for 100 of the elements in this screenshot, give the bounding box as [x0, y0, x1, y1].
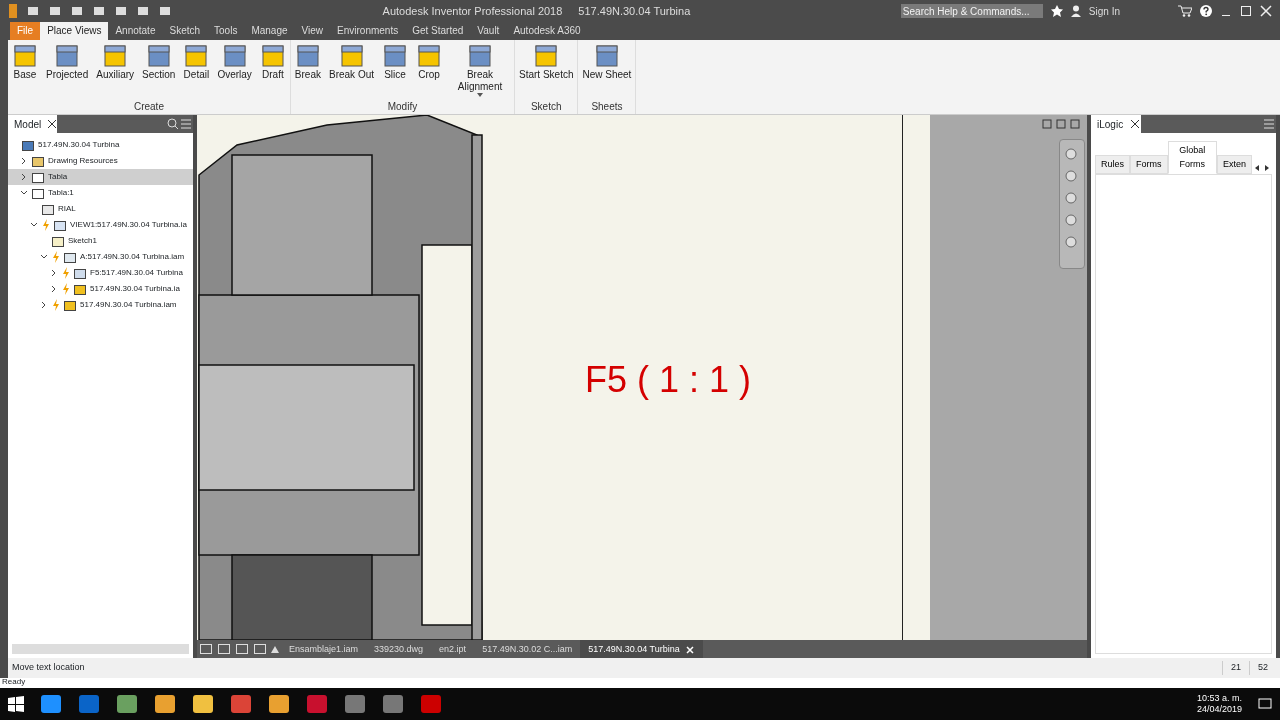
view-icon	[338, 43, 365, 69]
panel-tab[interactable]: Forms	[1130, 154, 1168, 174]
ribbon-button[interactable]: Crop	[414, 42, 444, 99]
ribbon-tab[interactable]: Autodesk A360	[506, 22, 588, 40]
status-value: 21	[1221, 661, 1249, 675]
ribbon-tab[interactable]: Get Started	[405, 22, 471, 40]
ribbon-tab[interactable]: Tools	[207, 22, 245, 40]
ribbon-tab[interactable]: Vault	[470, 22, 507, 40]
view-icon	[54, 43, 81, 69]
view-icon	[259, 43, 286, 69]
app-tile-icon[interactable]	[154, 694, 176, 714]
tree-item[interactable]: 517.49N.30.04 Turbina	[8, 137, 193, 153]
document-tab[interactable]: 339230.dwg	[366, 640, 432, 658]
ribbon-tab[interactable]: Place Views	[40, 22, 109, 40]
chevron-down-icon[interactable]	[40, 253, 48, 261]
ribbon-tab[interactable]: Sketch	[162, 22, 208, 40]
app-tile-icon[interactable]	[78, 694, 100, 714]
help-icon[interactable]	[1200, 5, 1212, 17]
document-icon	[52, 235, 64, 247]
chevron-right-icon[interactable]	[50, 269, 58, 277]
ribbon-button[interactable]: Start Sketch	[517, 42, 576, 99]
triangle-up-icon[interactable]	[269, 644, 281, 654]
scrollbar[interactable]	[12, 644, 189, 654]
tree-item[interactable]: Sketch1	[8, 233, 193, 249]
chevron-right-icon[interactable]	[50, 285, 58, 293]
ribbon-button[interactable]: Draft	[257, 42, 288, 99]
view-label[interactable]: F5 ( 1 : 1 )	[585, 353, 752, 407]
panel-tab[interactable]: iLogic	[1091, 115, 1130, 133]
chevron-down-icon[interactable]	[30, 221, 38, 229]
notification-icon[interactable]	[1258, 697, 1272, 711]
document-tab[interactable]: 517.49N.30.04 Turbina	[580, 640, 703, 658]
document-title: 517.49N.30.04 Turbina	[578, 3, 691, 19]
app-tile-icon[interactable]	[116, 694, 138, 714]
tree-item[interactable]: 517.49N.30.04 Turbina.iam	[8, 297, 193, 313]
tree-item[interactable]: F5:517.49N.30.04 Turbina	[8, 265, 193, 281]
ribbon-tab[interactable]: Annotate	[108, 22, 163, 40]
cart-icon[interactable]	[1178, 5, 1192, 17]
tree-item[interactable]: Drawing Resources	[8, 153, 193, 169]
maximize-icon[interactable]	[1240, 5, 1252, 17]
ribbon-tab[interactable]: Environments	[330, 22, 406, 40]
app-tile-icon[interactable]	[40, 694, 62, 714]
chevron-right-icon[interactable]	[20, 157, 28, 165]
chevron-right-icon[interactable]	[20, 173, 28, 181]
app-tile-icon[interactable]	[420, 694, 442, 714]
windows-logo-icon[interactable]	[8, 696, 24, 712]
status-text: Ready	[0, 678, 1280, 688]
document-icon[interactable]	[26, 5, 40, 17]
ribbon-button[interactable]: Slice	[380, 42, 410, 99]
panel-title: Sheets	[590, 100, 624, 114]
chevron-down-icon[interactable]	[20, 189, 28, 197]
tree-item[interactable]: Tabla	[8, 169, 193, 185]
app-logo-icon	[8, 3, 18, 19]
document-tab[interactable]: Ensamblaje1.iam	[281, 640, 367, 658]
search-field[interactable]: Search Help & Commands...	[900, 4, 1043, 18]
document-icon	[22, 139, 34, 151]
ribbon-button[interactable]: Break Out	[327, 42, 376, 99]
document-icon	[74, 267, 86, 279]
ribbon-button[interactable]: Detail	[181, 42, 212, 99]
panel-title: Modify	[386, 100, 419, 114]
document-icon	[32, 187, 44, 199]
panel-tab[interactable]: Exten	[1217, 154, 1252, 174]
app-tile-icon[interactable]	[230, 694, 252, 714]
ribbon-button[interactable]: Section	[140, 42, 178, 99]
tree-item[interactable]: A:517.49N.30.04 Turbina.iam	[8, 249, 193, 265]
view-icon	[593, 43, 620, 69]
tree-item[interactable]: RIAL	[8, 201, 193, 217]
user-icon	[1070, 5, 1081, 17]
document-icon	[32, 171, 44, 183]
document-tab[interactable]: en2.ipt	[431, 640, 475, 658]
app-tile-icon[interactable]	[344, 694, 366, 714]
tree-item[interactable]: 517.49N.30.04 Turbina.ia	[8, 281, 193, 297]
ribbon-button[interactable]: Break Alignment	[448, 42, 512, 99]
ribbon-button[interactable]: Auxiliary	[94, 42, 137, 99]
tree-item[interactable]: VIEW1:517.49N.30.04 Turbina.ia	[8, 217, 193, 233]
document-tab[interactable]: 517.49N.30.02 C...iam	[474, 640, 581, 658]
navigation-bar[interactable]	[1059, 139, 1085, 269]
panel-tab[interactable]: Rules	[1095, 154, 1130, 174]
tree-item[interactable]: Tabla:1	[8, 185, 193, 201]
ribbon-tab[interactable]: Manage	[244, 22, 295, 40]
ribbon-button[interactable]: Overlay	[215, 42, 254, 99]
sign-in-button[interactable]: Sign In	[1088, 3, 1120, 19]
panel-tab[interactable]: Model	[8, 115, 48, 133]
app-tile-icon[interactable]	[306, 694, 328, 714]
app-tile-icon[interactable]	[268, 694, 290, 714]
ribbon-button[interactable]: Projected	[44, 42, 91, 99]
status-value: 52	[1249, 661, 1276, 675]
app-tile-icon[interactable]	[382, 694, 404, 714]
view-icon	[382, 43, 408, 69]
ribbon-button[interactable]: Base	[10, 42, 40, 99]
ribbon-button[interactable]: New Sheet	[580, 42, 634, 99]
ribbon-tab[interactable]: View	[294, 22, 331, 40]
document-icon	[74, 283, 86, 295]
panel-tab[interactable]: Global Forms	[1167, 141, 1217, 174]
view-icon	[102, 43, 129, 69]
star-icon[interactable]	[1050, 5, 1063, 17]
chevron-right-icon[interactable]	[40, 301, 48, 309]
app-tile-icon[interactable]	[192, 694, 214, 714]
ribbon-button[interactable]: Break	[292, 42, 323, 99]
view-icon	[294, 43, 321, 69]
taskbar-clock[interactable]: 10:53 a. m. 24/04/2019	[1196, 693, 1242, 715]
